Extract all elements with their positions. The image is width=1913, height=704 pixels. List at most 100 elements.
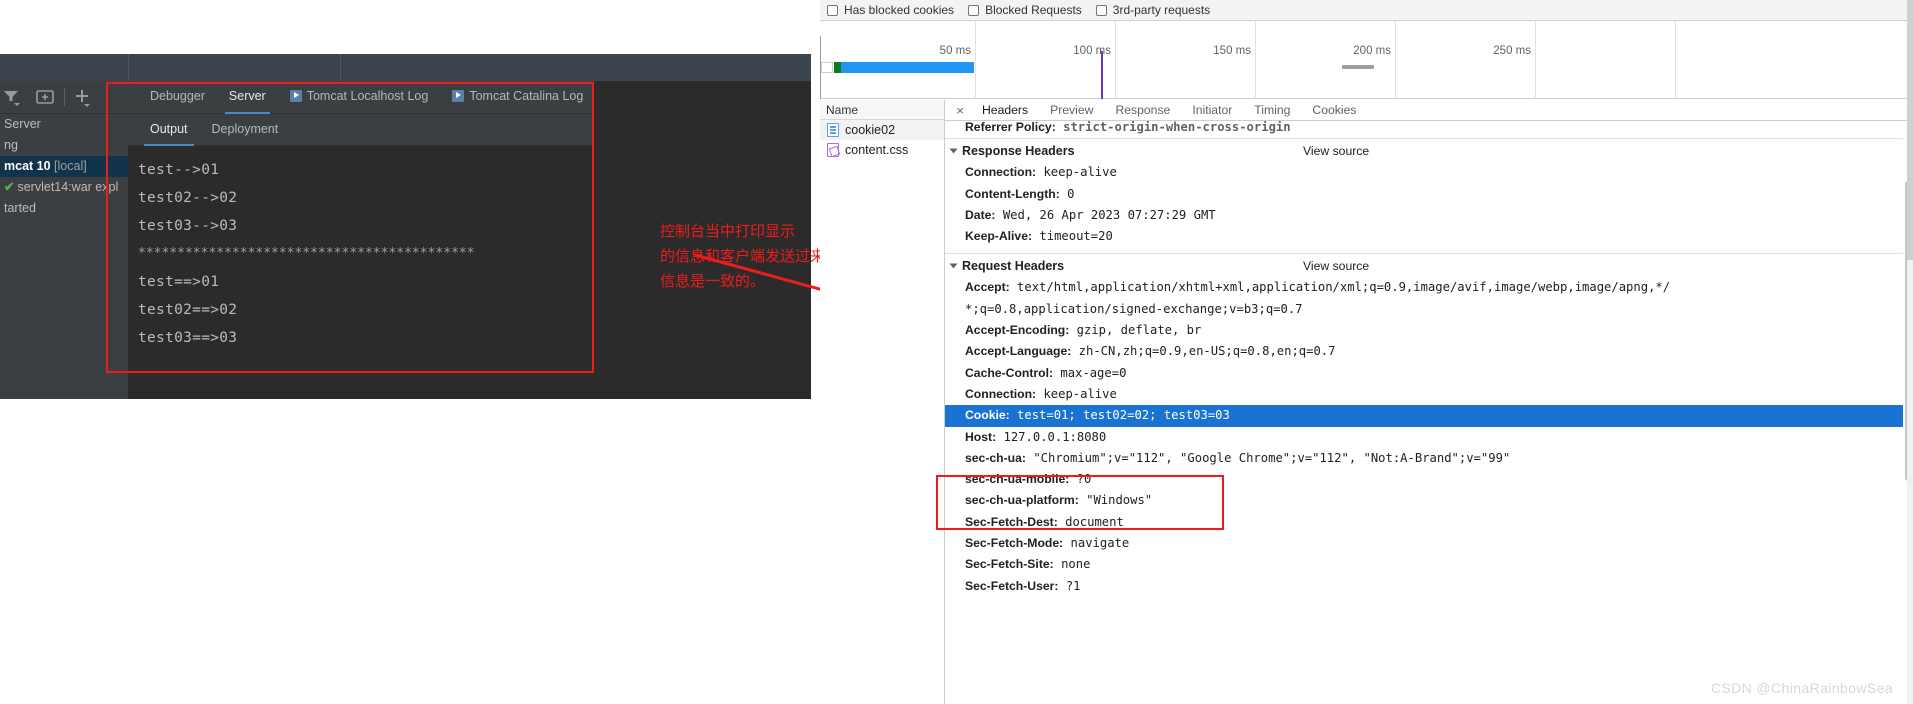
tab-timing[interactable]: Timing — [1243, 100, 1301, 121]
services-tree: Server ng mcat 10 [local] ✔ servlet14:war… — [0, 114, 128, 219]
tab-tomcat-localhost-log[interactable]: Tomcat Localhost Log — [278, 81, 441, 114]
header-key: sec-ch-ua-mobile: — [965, 472, 1070, 487]
overview-tick-label: 150 ms — [1213, 45, 1251, 57]
tree-row[interactable]: ng — [0, 135, 128, 156]
network-overview-timeline[interactable]: 50 ms 100 ms 150 ms 200 ms 250 ms — [820, 21, 1913, 99]
header-key: Sec-Fetch-Dest: — [965, 514, 1058, 529]
page-scrollbar-thumb[interactable] — [1907, 0, 1913, 260]
request-detail-pane: × Headers Preview Response Initiator Tim… — [945, 100, 1913, 704]
header-row-sec-ch-ua-platform: sec-ch-ua-platform: "Windows" — [945, 490, 1903, 511]
document-icon — [827, 123, 839, 137]
tab-server[interactable]: Server — [217, 81, 278, 114]
chrome-devtools-network-panel: Has blocked cookies Blocked Requests 3rd… — [820, 0, 1913, 704]
header-key: Sec-Fetch-User: — [965, 578, 1059, 593]
column-header-name[interactable]: Name — [820, 100, 944, 120]
add-icon[interactable] — [69, 84, 99, 110]
tab-response[interactable]: Response — [1104, 100, 1181, 121]
header-value: strict-origin-when-cross-origin — [1063, 121, 1291, 134]
run-icon — [289, 89, 302, 102]
header-row-sec-ch-ua-mobile: sec-ch-ua-mobile: ?0 — [945, 469, 1903, 490]
header-row-accept: Accept: text/html,application/xhtml+xml,… — [945, 277, 1903, 298]
header-key: Content-Length: — [965, 186, 1060, 201]
checkbox-box[interactable] — [968, 4, 980, 16]
tab-debugger[interactable]: Debugger — [138, 81, 217, 114]
checkbox-blocked-requests[interactable]: Blocked Requests — [968, 3, 1082, 17]
checkbox-has-blocked-cookies[interactable]: Has blocked cookies — [827, 3, 954, 17]
tree-row-artifact[interactable]: ✔ servlet14:war expl — [0, 177, 128, 198]
header-row-sec-fetch-site: Sec-Fetch-Site: none — [945, 554, 1903, 575]
header-key: Accept-Language: — [965, 344, 1072, 359]
header-value: 127.0.0.1:8080 — [1003, 429, 1107, 444]
overview-request-gray-bar — [1342, 65, 1374, 69]
checkbox-3rd-party-requests[interactable]: 3rd-party requests — [1095, 3, 1211, 17]
header-value: document — [1065, 514, 1124, 529]
overview-tick-label: 250 ms — [1493, 45, 1531, 57]
header-row: Connection: keep-alive — [945, 162, 1903, 183]
header-row-referrer-policy: Referrer Policy: strict-origin-when-cros… — [945, 121, 1903, 138]
header-row-accept-wrap: *;q=0.8,application/signed-exchange;v=b3… — [945, 299, 1903, 320]
tab-tomcat-catalina-log[interactable]: Tomcat Catalina Log — [440, 81, 595, 114]
header-value: "Windows" — [1086, 493, 1153, 508]
header-key: Cache-Control: — [965, 365, 1054, 380]
network-body: Name cookie02 content.css × Headers Prev… — [820, 100, 1913, 704]
checkbox-label: 3rd-party requests — [1112, 3, 1211, 17]
tree-row[interactable]: tarted — [0, 198, 128, 219]
header-value: Wed, 26 Apr 2023 07:27:29 GMT — [1002, 207, 1216, 222]
header-key: Connection: — [965, 386, 1037, 401]
header-row: Date: Wed, 26 Apr 2023 07:27:29 GMT — [945, 205, 1903, 226]
overview-request-blue-bar — [841, 62, 974, 73]
section-request-headers[interactable]: Request Headers View source — [945, 253, 1903, 277]
overview-tick-label: 200 ms — [1353, 45, 1391, 57]
view-source-link-request[interactable]: View source — [1303, 259, 1369, 273]
header-value: gzip, deflate, br — [1076, 323, 1202, 338]
header-value: *;q=0.8,application/signed-exchange;v=b3… — [965, 301, 1303, 316]
headers-scroll-area[interactable]: Referrer Policy: strict-origin-when-cros… — [945, 121, 1903, 704]
chevron-down-icon — [949, 148, 958, 154]
screenshot-root: Server ng mcat 10 [local] ✔ servlet14:war… — [0, 0, 1913, 704]
header-key: Referrer Policy: — [965, 121, 1056, 134]
header-key: Sec-Fetch-Site: — [965, 557, 1054, 572]
header-value: keep-alive — [1043, 386, 1117, 401]
header-row-sec-fetch-user: Sec-Fetch-User: ?1 — [945, 576, 1903, 597]
header-row-sec-fetch-mode: Sec-Fetch-Mode: navigate — [945, 533, 1903, 554]
tree-row-tomcat-selected[interactable]: mcat 10 [local] — [0, 156, 128, 177]
page-scrollbar-track[interactable] — [1907, 0, 1913, 704]
header-key: Date: — [965, 207, 996, 222]
header-row-host: Host: 127.0.0.1:8080 — [945, 427, 1903, 448]
tab-cookies[interactable]: Cookies — [1301, 100, 1367, 121]
header-row: Content-Length: 0 — [945, 184, 1903, 205]
request-name: content.css — [845, 143, 909, 157]
services-tree-pane: Server ng mcat 10 [local] ✔ servlet14:war… — [0, 81, 128, 399]
tree-row[interactable]: Server — [0, 114, 128, 135]
tab-deployment[interactable]: Deployment — [200, 114, 291, 146]
expand-icon[interactable] — [30, 84, 60, 110]
detail-tabs: × Headers Preview Response Initiator Tim… — [945, 100, 1913, 121]
filter-icon[interactable] — [0, 84, 30, 110]
header-value: keep-alive — [1043, 165, 1117, 180]
view-source-link-response[interactable]: View source — [1303, 144, 1369, 158]
tab-initiator[interactable]: Initiator — [1181, 100, 1243, 121]
header-key: sec-ch-ua: — [965, 450, 1026, 465]
header-value: timeout=20 — [1039, 229, 1113, 244]
header-value: ?0 — [1076, 472, 1092, 487]
header-key: sec-ch-ua-platform: — [965, 493, 1079, 508]
close-icon[interactable]: × — [949, 100, 971, 121]
header-value: none — [1061, 557, 1091, 572]
header-value: 0 — [1067, 186, 1075, 201]
header-row-accept-encoding: Accept-Encoding: gzip, deflate, br — [945, 320, 1903, 341]
request-row-cookie02[interactable]: cookie02 — [820, 120, 944, 140]
header-key: Connection: — [965, 165, 1037, 180]
tab-output[interactable]: Output — [138, 114, 200, 146]
checkbox-box[interactable] — [827, 4, 838, 16]
overview-request-queue-bar — [821, 62, 833, 73]
tab-headers[interactable]: Headers — [971, 100, 1039, 121]
tab-preview[interactable]: Preview — [1039, 100, 1104, 121]
request-name: cookie02 — [845, 123, 896, 137]
section-response-headers[interactable]: Response Headers View source — [945, 138, 1903, 162]
header-key: Accept-Encoding: — [965, 323, 1070, 338]
request-row-content-css[interactable]: content.css — [820, 140, 944, 160]
check-icon: ✔ — [4, 180, 15, 194]
header-row-cache-control: Cache-Control: max-age=0 — [945, 363, 1903, 384]
header-row-cookie-selected[interactable]: Cookie: test=01; test02=02; test03=03 — [945, 405, 1903, 427]
checkbox-box[interactable] — [1095, 4, 1107, 16]
